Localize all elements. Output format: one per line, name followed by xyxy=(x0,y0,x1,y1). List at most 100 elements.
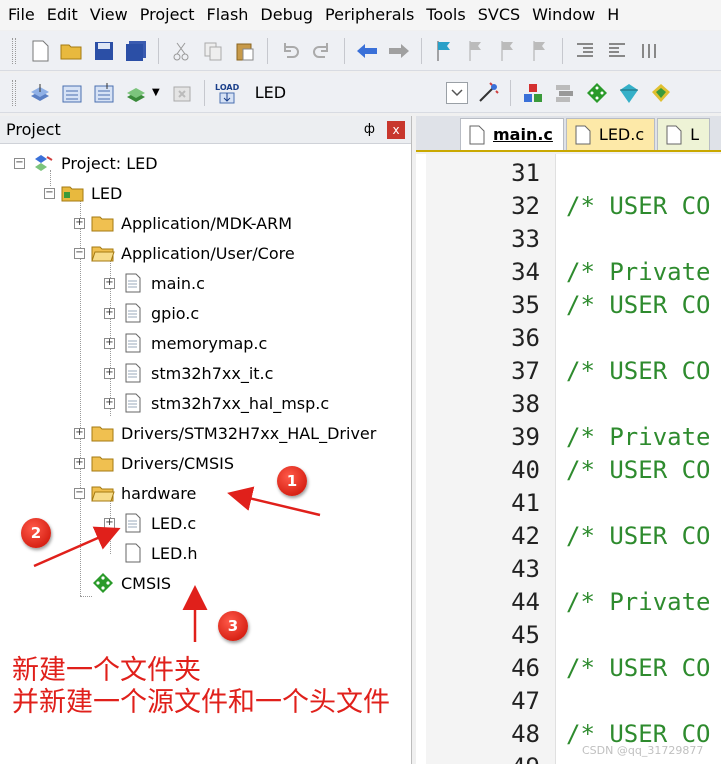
new-file-icon[interactable] xyxy=(27,38,53,64)
tree-group-hal-driver[interactable]: + Drivers/STM32H7xx_HAL_Driver xyxy=(74,420,376,446)
collapse-icon[interactable]: − xyxy=(74,247,85,259)
paste-icon[interactable] xyxy=(232,38,258,64)
expand-icon[interactable]: + xyxy=(74,457,85,469)
bookmark-flag-icon[interactable] xyxy=(431,38,457,64)
code-line[interactable]: 43 xyxy=(416,552,721,585)
translate-icon[interactable] xyxy=(27,80,53,106)
pack-installer-icon[interactable] xyxy=(616,80,642,106)
build-icon[interactable] xyxy=(59,80,85,106)
tree-file-msp[interactable]: + stm32h7xx_hal_msp.c xyxy=(104,390,329,416)
collapse-icon[interactable]: − xyxy=(14,157,25,169)
code-line[interactable]: 35 /* USER CO xyxy=(416,288,721,321)
file-extensions-icon[interactable] xyxy=(552,80,578,106)
code-line[interactable]: 41 xyxy=(416,486,721,519)
undo-icon[interactable] xyxy=(277,38,303,64)
code-line[interactable]: 32 /* USER CO xyxy=(416,189,721,222)
toolbar-grip[interactable] xyxy=(12,37,16,64)
code-line[interactable]: 42 /* USER CO xyxy=(416,519,721,552)
menu-tools[interactable]: Tools xyxy=(420,1,471,29)
target-dropdown[interactable] xyxy=(446,81,469,104)
stop-build-icon[interactable] xyxy=(169,80,195,106)
pin-icon[interactable]: ф xyxy=(364,122,375,137)
expand-icon[interactable]: + xyxy=(74,427,85,439)
clear-bookmarks-icon[interactable] xyxy=(527,38,553,64)
expand-icon[interactable]: + xyxy=(104,337,115,349)
open-folder-icon xyxy=(91,243,115,263)
menu-project[interactable]: Project xyxy=(134,1,201,29)
tab-led-c[interactable]: LED.c xyxy=(565,118,656,150)
manage-components-icon[interactable] xyxy=(520,80,546,106)
redo-icon[interactable] xyxy=(309,38,335,64)
tree-group-user-core[interactable]: − Application/User/Core xyxy=(74,240,295,266)
batch-build-icon[interactable] xyxy=(123,80,149,106)
tree-group-mdk-arm[interactable]: + Application/MDK-ARM xyxy=(74,210,292,236)
code-line[interactable]: 47 xyxy=(416,684,721,717)
save-icon[interactable] xyxy=(91,38,117,64)
code-line[interactable]: 40 /* USER CO xyxy=(416,453,721,486)
save-all-icon[interactable] xyxy=(123,38,149,64)
tree-file-main[interactable]: + main.c xyxy=(104,270,205,296)
collapse-icon[interactable]: − xyxy=(74,487,85,499)
tree-file-gpio[interactable]: + gpio.c xyxy=(104,300,199,326)
copy-icon[interactable] xyxy=(200,38,226,64)
expand-icon[interactable]: + xyxy=(104,367,115,379)
code-line[interactable]: 33 xyxy=(416,222,721,255)
toolbar-grip[interactable] xyxy=(12,79,16,106)
menu-window[interactable]: Window xyxy=(526,1,601,29)
target-name-label[interactable]: LED xyxy=(255,83,286,102)
code-line[interactable]: 31 xyxy=(416,156,721,189)
tree-file-it[interactable]: + stm32h7xx_it.c xyxy=(104,360,273,386)
code-line[interactable]: 37 /* USER CO xyxy=(416,354,721,387)
tree-target[interactable]: − LED xyxy=(44,180,122,206)
close-panel-button[interactable]: x xyxy=(387,120,405,139)
collapse-icon[interactable]: − xyxy=(44,187,55,199)
code-line[interactable]: 36 xyxy=(416,321,721,354)
download-load-icon[interactable]: LOAD xyxy=(214,80,240,106)
cut-icon[interactable] xyxy=(168,38,194,64)
navigate-back-icon[interactable] xyxy=(354,38,380,64)
tab-led-h[interactable]: L xyxy=(657,118,711,150)
expand-icon[interactable]: + xyxy=(104,397,115,409)
open-folder-icon[interactable] xyxy=(59,38,85,64)
navigate-forward-icon[interactable] xyxy=(386,38,412,64)
tree-group-hardware[interactable]: − hardware xyxy=(74,480,196,506)
expand-icon[interactable]: + xyxy=(104,517,115,529)
code-line[interactable]: 44 /* Private xyxy=(416,585,721,618)
target-options-icon[interactable] xyxy=(475,80,501,106)
comment-icon[interactable] xyxy=(636,38,662,64)
prev-bookmark-icon[interactable] xyxy=(463,38,489,64)
code-editor[interactable]: 31 32 /* USER CO 33 34 /* Private 35 /* USER CO… xyxy=(416,154,721,764)
menu-debug[interactable]: Debug xyxy=(254,1,319,29)
menu-flash[interactable]: Flash xyxy=(200,1,254,29)
rebuild-icon[interactable] xyxy=(91,80,117,106)
expand-icon[interactable]: + xyxy=(104,277,115,289)
menu-peripherals[interactable]: Peripherals xyxy=(319,1,420,29)
package-icon[interactable] xyxy=(648,80,674,106)
tree-group-drivers-cmsis[interactable]: + Drivers/CMSIS xyxy=(74,450,234,476)
tree-group-cmsis[interactable]: CMSIS xyxy=(74,570,171,596)
menu-view[interactable]: View xyxy=(84,1,134,29)
menu-edit[interactable]: Edit xyxy=(41,1,84,29)
code-line[interactable]: 38 xyxy=(416,387,721,420)
header-file-icon xyxy=(121,543,145,563)
menu-svcs[interactable]: SVCS xyxy=(472,1,526,29)
expand-icon[interactable]: + xyxy=(104,307,115,319)
cmsis-component-icon xyxy=(91,573,115,593)
indent-icon[interactable] xyxy=(572,38,598,64)
tree-file-led-h[interactable]: LED.h xyxy=(104,540,198,566)
tree-file-memorymap[interactable]: + memorymap.c xyxy=(104,330,267,356)
code-line[interactable]: 39 /* Private xyxy=(416,420,721,453)
tab-main-c[interactable]: main.c xyxy=(460,118,564,150)
code-line[interactable]: 34 /* Private xyxy=(416,255,721,288)
menu-file[interactable]: File xyxy=(0,1,41,29)
select-packs-icon[interactable] xyxy=(584,80,610,106)
dropdown-arrow-icon[interactable]: ▼ xyxy=(152,87,160,98)
expand-icon[interactable]: + xyxy=(74,217,85,229)
menu-help[interactable]: H xyxy=(601,1,625,29)
unindent-icon[interactable] xyxy=(604,38,630,64)
tree-root[interactable]: − Project: LED xyxy=(14,150,158,176)
tree-file-led-c[interactable]: + LED.c xyxy=(104,510,196,536)
next-bookmark-icon[interactable] xyxy=(495,38,521,64)
code-line[interactable]: 45 xyxy=(416,618,721,651)
code-line[interactable]: 46 /* USER CO xyxy=(416,651,721,684)
